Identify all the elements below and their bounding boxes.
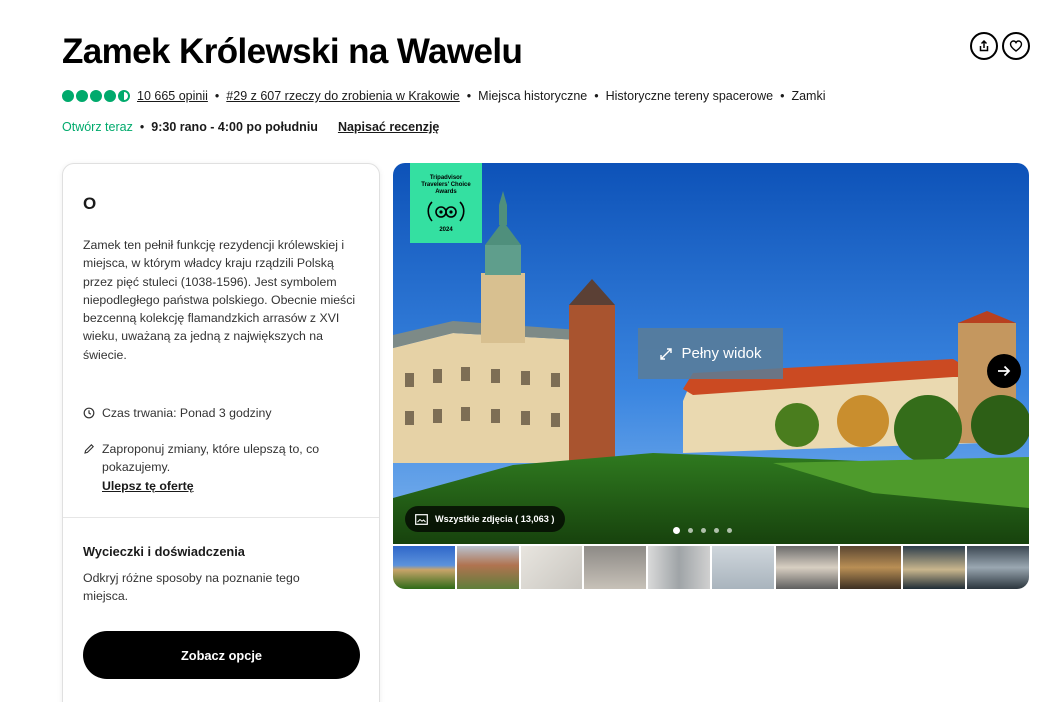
carousel-dot[interactable] (688, 528, 693, 533)
share-icon (979, 39, 989, 52)
carousel-dot[interactable] (714, 528, 719, 533)
carousel-dot[interactable] (673, 527, 680, 534)
rating-bubbles (62, 90, 130, 102)
rating-bubble (62, 90, 74, 102)
share-button[interactable] (970, 32, 998, 60)
hours-row: Otwórz teraz • 9:30 rano - 4:00 po połud… (62, 120, 439, 134)
suggest-edits-row: Zaproponuj zmiany, które ulepszą to, co … (83, 440, 362, 495)
separator-dot: • (466, 89, 472, 103)
clock-icon (83, 407, 95, 419)
see-options-button[interactable]: Zobacz opcje (83, 631, 360, 679)
separator-dot: • (214, 89, 220, 103)
photo-thumbnail[interactable] (393, 546, 455, 589)
about-description: Zamek ten pełnił funkcję rezydencji król… (83, 238, 356, 362)
rating-bubble-half (118, 90, 130, 102)
full-view-button[interactable]: Pełny widok (638, 328, 783, 379)
carousel-dot[interactable] (727, 528, 732, 533)
owl-laurel-icon (427, 201, 465, 222)
page-title: Zamek Królewski na Wawelu (62, 32, 523, 71)
category-historic-sites[interactable]: Miejsca historyczne (478, 89, 587, 103)
photo-thumbnail[interactable] (839, 546, 902, 589)
photo-thumbnail[interactable] (648, 546, 710, 589)
travelers-choice-badge: Tripadvisor Travelers' Choice Awards 202… (410, 163, 482, 243)
carousel-dot[interactable] (701, 528, 706, 533)
separator-dot: • (139, 120, 145, 134)
arrow-right-icon (998, 365, 1011, 377)
tours-description: Odkryj różne sposoby na poznanie tego mi… (83, 571, 300, 604)
photo-icon (415, 513, 428, 525)
photo-thumbnail[interactable] (967, 546, 1029, 589)
photo-gallery: Tripadvisor Travelers' Choice Awards 202… (393, 163, 1029, 589)
pencil-icon (84, 444, 94, 454)
duration-row: Czas trwania: Ponad 3 godziny (83, 406, 272, 420)
badge-label: Tripadvisor Travelers' Choice Awards (421, 175, 471, 195)
heart-icon (1009, 40, 1023, 52)
rating-bubble (90, 90, 102, 102)
all-photos-label: Wszystkie zdjęcia ( 13,063 ) (435, 514, 555, 524)
save-button[interactable] (1002, 32, 1030, 60)
photo-thumbnail[interactable] (711, 546, 774, 589)
photo-thumbnail[interactable] (520, 546, 583, 589)
next-photo-button[interactable] (987, 354, 1021, 388)
tours-heading: Wycieczki i doświadczenia (83, 544, 245, 559)
duration-text: Czas trwania: Ponad 3 godziny (102, 406, 272, 420)
carousel-dots (673, 527, 732, 534)
photo-thumbnail[interactable] (584, 546, 647, 589)
separator-dot: • (594, 89, 599, 103)
photo-thumbnail[interactable] (456, 546, 519, 589)
thumbnail-strip (393, 546, 1029, 589)
separator-dot: • (780, 89, 785, 103)
full-view-label: Pełny widok (681, 345, 762, 362)
about-heading: O (83, 194, 97, 213)
photo-thumbnail[interactable] (903, 546, 966, 589)
category-walking-areas[interactable]: Historyczne tereny spacerowe (606, 89, 773, 103)
improve-listing-link[interactable]: Ulepsz tę ofertę (102, 477, 362, 495)
expand-icon (660, 347, 673, 360)
suggest-edits-text: Zaproponuj zmiany, które ulepszą to, co … (102, 442, 320, 475)
card-divider (63, 517, 379, 518)
category-castles[interactable]: Zamki (791, 89, 825, 103)
open-status: Otwórz teraz (62, 120, 133, 134)
rating-bubble (76, 90, 88, 102)
rating-meta-row: 10 665 opinii • #29 z 607 rzeczy do zrob… (62, 89, 825, 103)
about-card: O Zamek ten pełnił funkcję rezydencji kr… (62, 163, 380, 702)
rating-bubble (104, 90, 116, 102)
write-review-link[interactable]: Napisać recenzję (338, 120, 439, 134)
reviews-link[interactable]: 10 665 opinii (137, 89, 208, 103)
opening-hours[interactable]: 9:30 rano - 4:00 po południu (151, 120, 318, 134)
all-photos-button[interactable]: Wszystkie zdjęcia ( 13,063 ) (405, 506, 565, 532)
ranking-link[interactable]: #29 z 607 rzeczy do zrobienia w Krakowie (226, 89, 459, 103)
header-actions (970, 32, 1030, 60)
badge-year: 2024 (439, 227, 453, 233)
photo-thumbnail[interactable] (775, 546, 838, 589)
